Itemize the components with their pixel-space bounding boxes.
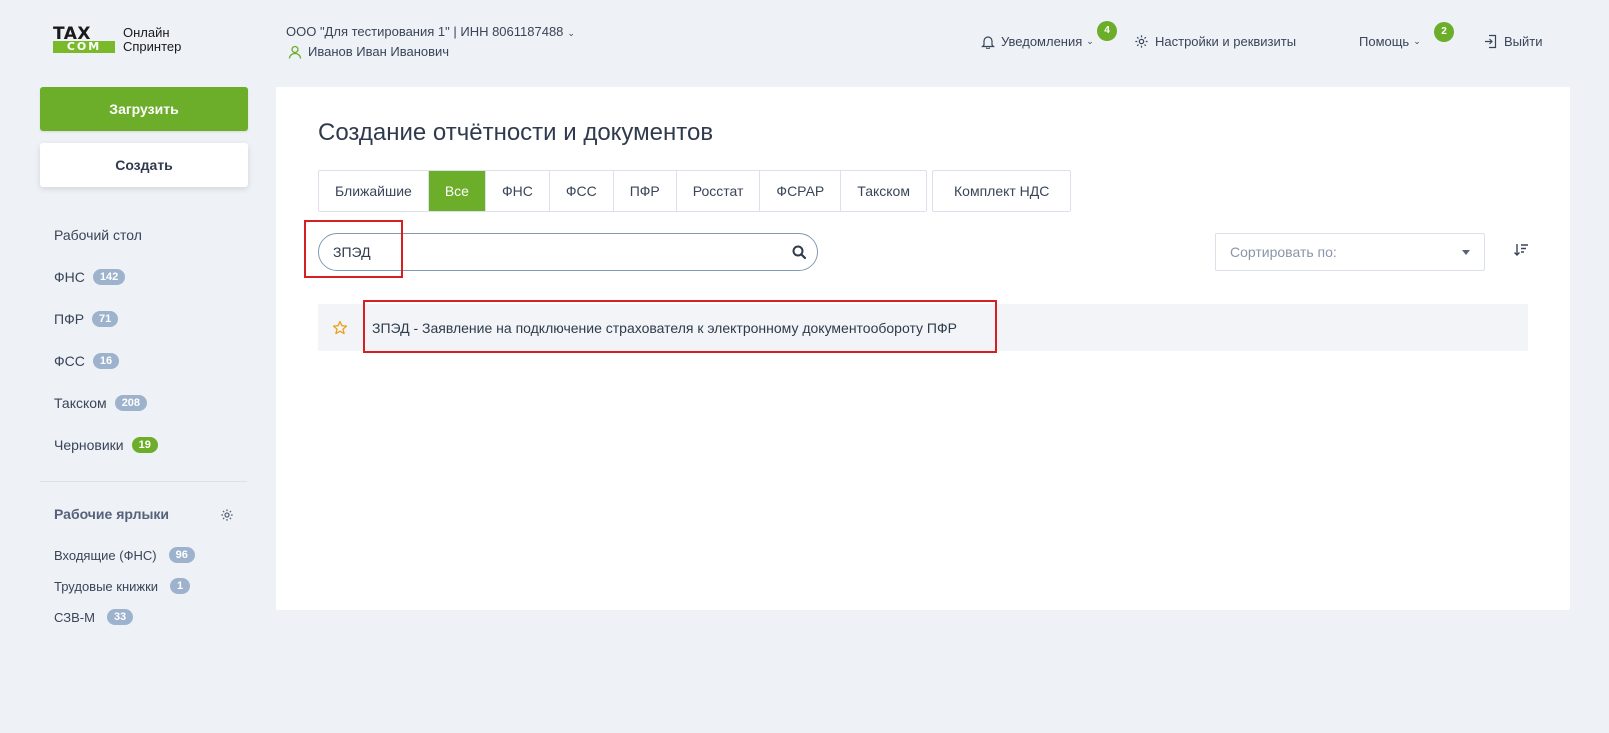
sidebar-item-pfr[interactable]: ПФР 71 <box>54 311 119 327</box>
chevron-down-icon: ⌄ <box>1086 36 1094 46</box>
logo-line1: Онлайн <box>123 25 170 40</box>
shortcut-szv-m[interactable]: СЗВ-М 33 <box>54 609 134 625</box>
star-icon[interactable] <box>318 320 362 336</box>
user-info[interactable]: Иванов Иван Иванович <box>288 44 449 59</box>
sidebar-item-desktop[interactable]: Рабочий стол <box>54 227 142 243</box>
organization-selector[interactable]: ООО "Для тестирования 1" | ИНН 806118748… <box>286 24 575 39</box>
tab-vat-set[interactable]: Комплект НДС <box>932 170 1072 212</box>
count-badge: 96 <box>168 547 195 563</box>
count-badge: 33 <box>106 609 134 625</box>
help-menu[interactable]: Помощь ⌄ <box>1359 34 1421 49</box>
main-panel: Создание отчётности и документов Ближайш… <box>276 87 1570 610</box>
shortcuts-title: Рабочие ярлыки <box>54 506 170 522</box>
notifications-menu[interactable]: Уведомления ⌄ <box>981 34 1094 49</box>
tab-rosstat[interactable]: Росстат <box>677 171 761 211</box>
logo-text: Онлайн Спринтер <box>123 26 181 54</box>
sidebar-divider <box>40 481 247 482</box>
chevron-down-icon: ⌄ <box>567 28 575 38</box>
search-highlight-frame <box>304 220 403 278</box>
shortcut-label: Трудовые книжки <box>54 578 159 594</box>
help-label: Помощь <box>1359 34 1410 49</box>
logo[interactable]: TAX COM Онлайн Спринтер <box>53 24 181 54</box>
sidebar-item-label: ФНС <box>54 269 85 285</box>
shortcuts-settings-button[interactable] <box>220 508 234 527</box>
logout-label: Выйти <box>1504 34 1543 49</box>
result-highlight-frame <box>363 300 997 353</box>
count-badge: 16 <box>92 353 120 369</box>
logout-link[interactable]: Выйти <box>1484 34 1543 49</box>
logo-line2: Спринтер <box>123 39 182 54</box>
page-title: Создание отчётности и документов <box>318 119 714 146</box>
sidebar-item-fns[interactable]: ФНС 142 <box>54 269 126 285</box>
user-name: Иванов Иван Иванович <box>308 44 450 59</box>
sidebar-item-taxcom[interactable]: Такском 208 <box>54 395 148 411</box>
count-badge: 208 <box>114 395 148 411</box>
settings-link[interactable]: Настройки и реквизиты <box>1134 34 1296 49</box>
tab-pfr[interactable]: ПФР <box>614 171 677 211</box>
help-badge: 2 <box>1434 22 1454 42</box>
caret-down-icon <box>1462 249 1470 255</box>
count-badge: 19 <box>131 437 158 453</box>
shortcut-label: СЗВ-М <box>54 609 95 625</box>
notifications-badge: 4 <box>1097 21 1117 41</box>
logout-icon <box>1485 34 1497 49</box>
count-badge: 71 <box>92 311 119 327</box>
gear-icon <box>1135 35 1148 48</box>
user-icon <box>288 45 302 59</box>
organization-name: ООО "Для тестирования 1" | ИНН 806118748… <box>286 24 564 39</box>
sort-icon <box>1514 244 1528 256</box>
tab-all[interactable]: Все <box>428 171 486 211</box>
tab-taxcom[interactable]: Такском <box>841 171 926 211</box>
tab-fns[interactable]: ФНС <box>486 171 550 211</box>
search-icon[interactable] <box>781 245 817 259</box>
count-badge: 1 <box>170 578 191 594</box>
sort-placeholder: Сортировать по: <box>1230 244 1337 260</box>
count-badge: 142 <box>92 269 126 285</box>
shortcut-label: Входящие (ФНС) <box>54 547 157 563</box>
create-button[interactable]: Создать <box>40 143 248 187</box>
sidebar-item-fss[interactable]: ФСС 16 <box>54 353 120 369</box>
gear-icon <box>221 509 233 521</box>
sidebar-item-drafts[interactable]: Черновики 19 <box>54 437 158 453</box>
tab-fss[interactable]: ФСС <box>550 171 614 211</box>
bell-icon <box>981 36 995 49</box>
notifications-label: Уведомления <box>1001 34 1083 49</box>
sidebar-item-label: Черновики <box>54 437 124 453</box>
shortcut-incoming-fns[interactable]: Входящие (ФНС) 96 <box>54 547 195 563</box>
logo-mark: TAX COM <box>53 24 117 53</box>
shortcut-work-books[interactable]: Трудовые книжки 1 <box>54 578 191 594</box>
sidebar-item-label: ФСС <box>54 353 85 369</box>
sort-dropdown[interactable]: Сортировать по: <box>1215 233 1485 271</box>
sidebar-item-label: ПФР <box>54 311 85 327</box>
settings-label: Настройки и реквизиты <box>1155 34 1297 49</box>
sidebar-item-label: Такском <box>54 395 107 411</box>
sidebar-item-label: Рабочий стол <box>54 227 142 243</box>
sort-direction-button[interactable] <box>1513 242 1529 263</box>
logo-bottom: COM <box>53 41 115 53</box>
upload-button[interactable]: Загрузить <box>40 87 248 131</box>
chevron-down-icon: ⌄ <box>1413 36 1421 46</box>
tab-nearest[interactable]: Ближайшие <box>319 171 429 211</box>
tab-fsrar[interactable]: ФСРАР <box>760 171 842 211</box>
category-tabs: Ближайшие Все ФНС ФСС ПФР Росстат ФСРАР … <box>318 170 927 212</box>
